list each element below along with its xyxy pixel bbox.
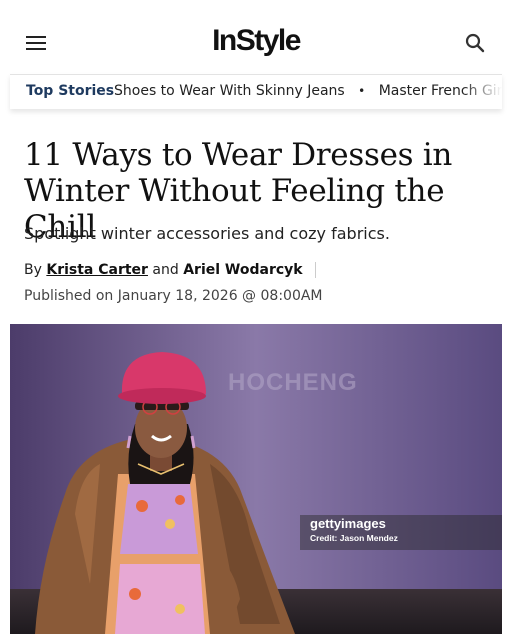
byline: By Krista Carter and Ariel Wodarcyk — [24, 262, 317, 278]
site-header: InStyle — [0, 0, 512, 76]
article-dek: Spotlight winter accessories and cozy fa… — [24, 224, 390, 243]
article-hero-image[interactable]: HOCHENG gettyimages Credit: Jason Mendez — [10, 324, 502, 634]
site-logo[interactable]: InStyle — [0, 24, 512, 58]
top-stories-label: Top Stories — [26, 83, 115, 99]
author-link[interactable]: Krista Carter — [46, 262, 148, 278]
byline-prefix: By — [24, 262, 42, 278]
scroll-fade — [462, 75, 502, 109]
byline-conjunction: and — [152, 262, 179, 278]
watermark-brand: gettyimages — [310, 516, 386, 531]
top-story-link[interactable]: Shoes to Wear With Skinny Jeans — [114, 83, 345, 99]
watermark-credit: Credit: Jason Mendez — [310, 533, 398, 543]
backdrop-text: HOCHENG — [228, 369, 358, 396]
byline-divider — [315, 262, 317, 278]
search-icon[interactable] — [464, 32, 486, 54]
publish-date: Published on January 18, 2026 @ 08:00AM — [24, 288, 323, 304]
author-link[interactable]: Ariel Wodarcyk — [183, 262, 302, 278]
top-stories-bar: Top Stories Shoes to Wear With Skinny Je… — [10, 74, 502, 109]
top-stories-list: Shoes to Wear With Skinny Jeans • Master… — [114, 83, 502, 99]
bullet-separator: • — [358, 84, 366, 98]
